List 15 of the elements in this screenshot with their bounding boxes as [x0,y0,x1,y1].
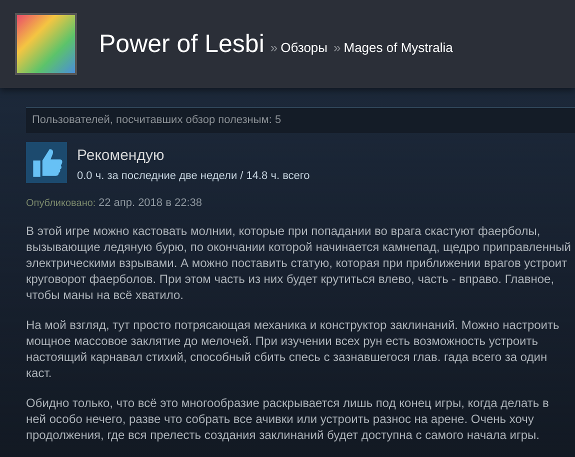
author-link[interactable]: Power of Lesbi [99,30,264,58]
playtime-hours: 0.0 ч. за последние две недели / 14.8 ч. всего [77,170,310,182]
review-paragraph: Обидно только, что всё это многообразие раскрывается лишь под конец игры, когда делать в ней особо нечего, разве что собрать все ачивки или устроить разнос на арене. Очень хочу продолжения, где вся прелесть создания заклинаний будет доступна с самого начала игры. [26,395,550,443]
posted-date: 22 апр. 2018 в 22:38 [98,197,202,209]
review-paragraph: На мой взгляд, тут просто потрясающая механика и конструктор заклинаний. Можно настроить мощное массовое заклятие до мелочей. При изучении всех рун есть возможность устроить настоящий карнавал стихий, способный сбить спесь с зазнавшегося глав. гада всего за один каст. [26,317,560,381]
breadcrumb-link[interactable]: Обзоры [280,40,328,54]
helpful-count: Пользователей, посчитавших обзор полезным: 5 [26,107,575,133]
breadcrumb-separator: » [334,40,341,54]
thumbs-up-icon [26,142,67,183]
review-paragraph: В этой игре можно кастовать молнии, которые при попадании во врага скастуют фаерболы, вызывающие ледяную бурю, по окончании которой начинается камнепад, щедро приправленный электрическими взрывами. А можно поставить статую, которая при приближении врагов устроит круговорот фаерболов. При этом часть из них будет крутиться влево, часть - вправо. Главное, чтобы маны на всё хватило. [26,223,571,303]
breadcrumb-link[interactable]: Mages of Mystralia [344,40,453,54]
posted-label: Опубликовано: [26,198,96,209]
review-verdict: Рекомендую [77,147,166,164]
breadcrumb-separator: » [270,40,278,54]
avatar-placeholder[interactable] [15,13,77,75]
